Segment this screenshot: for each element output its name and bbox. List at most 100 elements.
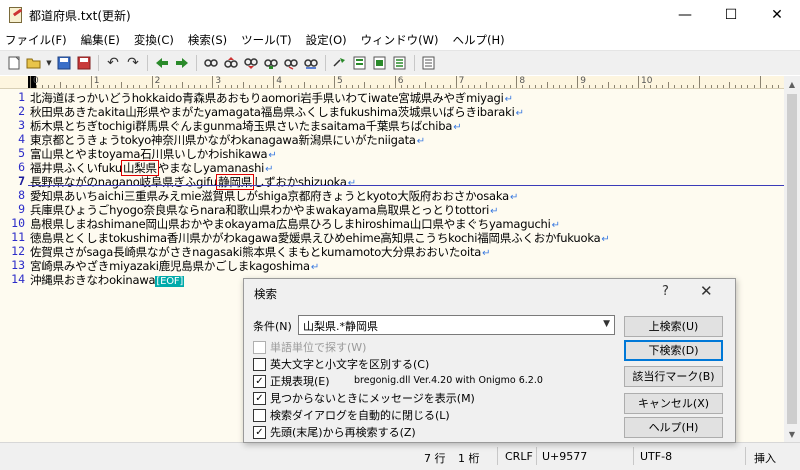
dropdown-arrow-icon[interactable]: ▼ (45, 54, 53, 72)
menu-help[interactable]: ヘルプ(H) (446, 32, 512, 48)
menu-settings[interactable]: 設定(O) (299, 32, 354, 48)
window-list-icon[interactable] (391, 54, 409, 72)
maximize-button[interactable]: ☐ (708, 0, 754, 30)
ruler-tick (613, 85, 615, 88)
menu-search[interactable]: 検索(S) (181, 32, 234, 48)
ruler-tick (364, 82, 366, 88)
ruler-tick (710, 85, 712, 88)
search-next-icon[interactable] (242, 54, 260, 72)
ruler-tick (382, 85, 384, 88)
mark-lines-button[interactable]: 該当行マーク(B) (624, 366, 723, 387)
ruler-tick (327, 85, 329, 88)
ruler-tick (321, 85, 323, 88)
ruler-tick (303, 82, 305, 88)
help-icon[interactable]: ? (662, 284, 669, 299)
search-down-button[interactable]: 下検索(D) (624, 340, 723, 361)
option-match-case[interactable]: 英大文字と小文字を区別する(C) (253, 357, 429, 371)
match-case-checkbox[interactable] (253, 357, 266, 371)
ruler-tick (388, 85, 390, 88)
ruler-tick (528, 85, 530, 88)
undo-icon[interactable]: ↶ (104, 54, 122, 72)
ruler-tick (552, 85, 554, 88)
ruler-tick (449, 85, 451, 88)
search-up-button[interactable]: 上検索(U) (624, 316, 723, 337)
close-button[interactable]: ✕ (754, 0, 800, 30)
ruler-tick (698, 76, 700, 88)
menu-file[interactable]: ファイル(F) (0, 32, 74, 48)
menu-edit[interactable]: 編集(E) (74, 32, 127, 48)
wrap-search-checkbox[interactable]: ✓ (253, 425, 266, 439)
show-not-found-checkbox[interactable]: ✓ (253, 391, 266, 405)
status-char-code: U+9577 (542, 450, 588, 463)
help-button[interactable]: ヘルプ(H) (624, 417, 723, 438)
search-icon[interactable] (202, 54, 220, 72)
ruler-tick (558, 85, 560, 88)
editor-line[interactable]: 沖縄県おきなわokinawa[EOF] (30, 272, 185, 288)
regex-library-version: bregonig.dll Ver.4.20 with Onigmo 6.2.0 (354, 375, 543, 386)
option-whole-word[interactable]: 単語単位で探す(W) (253, 340, 366, 354)
ruler-tick (334, 76, 335, 88)
line-number: 8 (18, 188, 25, 202)
ruler-tick (78, 85, 80, 88)
eol-mark: ↵ (416, 136, 425, 147)
whole-word-checkbox[interactable] (253, 340, 266, 354)
ruler-tick (376, 85, 378, 88)
replace-icon[interactable] (262, 54, 280, 72)
ruler-tick (486, 82, 487, 88)
save-as-icon[interactable] (75, 54, 93, 72)
scroll-thumb[interactable] (787, 94, 797, 424)
chevron-down-icon[interactable]: ▼ (603, 319, 610, 329)
vertical-scrollbar[interactable]: ▲ ▼ (784, 76, 800, 442)
status-insert-mode[interactable]: 挿入 (754, 450, 776, 466)
tag-jump-icon[interactable] (331, 54, 349, 72)
outline-icon[interactable] (351, 54, 369, 72)
search-prev-icon[interactable] (222, 54, 240, 72)
save-icon[interactable] (55, 54, 73, 72)
regex-checkbox[interactable]: ✓ (253, 374, 266, 388)
menu-tools[interactable]: ツール(T) (234, 32, 299, 48)
menu-convert[interactable]: 変換(C) (127, 32, 181, 48)
status-encoding[interactable]: UTF-8 (640, 450, 672, 463)
ruler-tick (692, 85, 694, 88)
status-newline[interactable]: CRLF (505, 450, 533, 463)
condition-label: 条件(N) (253, 320, 292, 333)
jump-forward-icon[interactable] (173, 54, 191, 72)
minimize-button[interactable]: — (662, 0, 708, 30)
auto-close-checkbox[interactable] (253, 408, 266, 422)
scroll-up-icon[interactable]: ▲ (784, 76, 800, 92)
option-regex[interactable]: ✓ 正規表現(E) (253, 374, 330, 388)
compare-icon[interactable] (371, 54, 389, 72)
ruler-tick (717, 85, 719, 88)
ruler-tick (394, 76, 396, 88)
ruler-tick (704, 85, 706, 88)
option-show-not-found[interactable]: ✓ 見つからないときにメッセージを表示(M) (253, 391, 475, 405)
settings-list-icon[interactable] (420, 54, 438, 72)
jump-back-icon[interactable] (153, 54, 171, 72)
ruler-tick (631, 85, 633, 88)
scroll-down-icon[interactable]: ▼ (784, 426, 800, 442)
redo-icon[interactable]: ↷ (124, 54, 142, 72)
option-wrap-search[interactable]: ✓ 先頭(末尾)から再検索する(Z) (253, 425, 416, 439)
ruler-tick (504, 85, 506, 88)
open-folder-icon[interactable] (25, 54, 43, 72)
option-auto-close[interactable]: 検索ダイアログを自動的に閉じる(L) (253, 408, 450, 422)
search-condition-combobox[interactable]: 山梨県.*静岡県 ▼ (298, 315, 615, 335)
ruler-number: 7 (458, 76, 465, 86)
menu-window[interactable]: ウィンドウ(W) (354, 32, 446, 48)
ruler-tick (413, 85, 415, 88)
line-number-gutter: 1 2 3 4 5 6 7 8 9 10 11 12 13 14 (0, 89, 28, 442)
eol-mark: ↵ (482, 248, 491, 259)
toolbar-separator (98, 55, 99, 71)
ruler-tick (133, 85, 135, 88)
close-icon[interactable]: ✕ (700, 282, 713, 300)
status-divider (497, 447, 498, 465)
ruler-tick (577, 76, 579, 88)
search-condition-value[interactable]: 山梨県.*静岡県 (303, 318, 378, 334)
search-clear-icon[interactable] (282, 54, 300, 72)
grep-icon[interactable] (302, 54, 320, 72)
ruler-tick (358, 85, 360, 88)
ruler-tick (406, 85, 408, 88)
cancel-button[interactable]: キャンセル(X) (624, 393, 723, 414)
line-number: 7 (18, 174, 25, 188)
new-file-icon[interactable] (5, 54, 23, 72)
